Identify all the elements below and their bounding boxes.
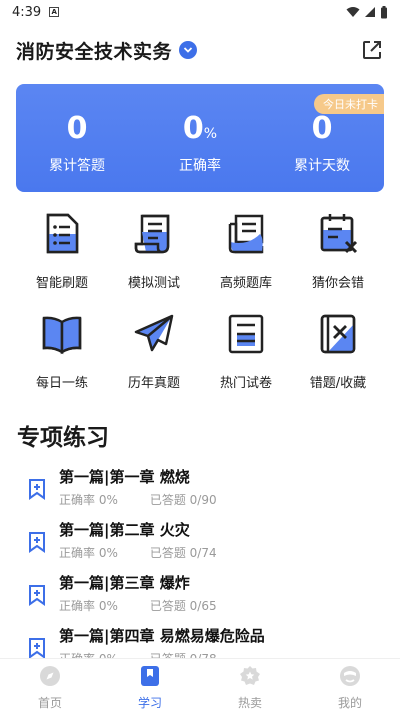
tab-label: 首页 xyxy=(37,696,62,710)
chapter-meta: 正确率 0% 已答题 0/90 xyxy=(59,491,217,508)
feature-past-exams[interactable]: 历年真题 xyxy=(108,312,200,391)
feature-label: 模拟测试 xyxy=(127,276,180,291)
stat-label: 累计天数 xyxy=(294,158,350,174)
chapter-answered: 已答题 0/65 xyxy=(149,599,217,613)
bookmark-plus-icon xyxy=(29,532,45,553)
paper-plane-icon xyxy=(134,314,174,352)
stat-total-answered: 0 累计答题 xyxy=(16,110,138,175)
chapter-accuracy: 正确率 0% xyxy=(59,493,118,507)
star-badge-icon xyxy=(240,666,260,685)
feature-high-frequency[interactable]: 高频题库 xyxy=(200,212,292,291)
bookmark-plus-icon xyxy=(29,479,45,500)
tab-label: 热卖 xyxy=(237,696,262,710)
notebook-cross-icon xyxy=(320,314,356,354)
bookmark-icon xyxy=(141,666,159,686)
compass-icon xyxy=(40,666,60,686)
tab-label: 我的 xyxy=(337,696,362,710)
exam-paper-icon xyxy=(228,314,264,354)
subject-title[interactable]: 消防安全技术实务 xyxy=(16,37,172,64)
status-time: 4:39 xyxy=(12,4,42,20)
stat-value: 0% xyxy=(182,111,218,146)
feature-label: 历年真题 xyxy=(127,376,180,391)
chapter-item[interactable]: 第一篇|第二章 火灾 正确率 0% 已答题 0/74 xyxy=(0,515,400,567)
tab-label: 学习 xyxy=(137,696,162,710)
chapter-answered: 已答题 0/74 xyxy=(149,546,217,560)
profile-icon xyxy=(340,666,360,686)
feature-likely-wrong[interactable]: 猜你会错 xyxy=(292,212,384,291)
status-bar: 4:39 A xyxy=(0,0,400,24)
feature-label: 错题/收藏 xyxy=(309,376,367,391)
stats-card: 今日未打卡 0 累计答题 0% 正确率 0 累计天数 xyxy=(16,84,384,192)
notification-icon: A xyxy=(49,7,60,17)
tab-home[interactable]: 首页 xyxy=(0,665,100,711)
section-title: 专项练习 xyxy=(17,425,109,451)
app-header: 消防安全技术实务 xyxy=(16,34,384,66)
feature-label: 高频题库 xyxy=(219,276,272,291)
signal-icon xyxy=(365,7,375,17)
feature-label: 热门试卷 xyxy=(219,376,272,391)
feature-label: 智能刷题 xyxy=(35,276,88,291)
scroll-icon xyxy=(134,214,170,254)
feature-popular-papers[interactable]: 热门试卷 xyxy=(200,312,292,391)
bookmark-plus-icon xyxy=(29,638,45,659)
share-icon[interactable] xyxy=(360,38,384,62)
feature-daily-practice[interactable]: 每日一练 xyxy=(16,312,108,391)
feature-smart-practice[interactable]: 智能刷题 xyxy=(16,212,108,291)
stat-value: 0 xyxy=(311,111,333,146)
chapter-meta: 正确率 0% 已答题 0/65 xyxy=(59,597,217,614)
feature-wrong-favorites[interactable]: 错题/收藏 xyxy=(292,312,384,391)
tab-study[interactable]: 学习 xyxy=(100,665,200,711)
chapter-name: 第一篇|第二章 火灾 xyxy=(59,521,190,539)
chapter-item[interactable]: 第一篇|第一章 燃烧 正确率 0% 已答题 0/90 xyxy=(0,462,400,514)
stat-value: 0 xyxy=(66,111,88,146)
chapter-item[interactable]: 第一篇|第三章 爆炸 正确率 0% 已答题 0/65 xyxy=(0,568,400,620)
document-list-icon xyxy=(46,213,79,254)
wifi-icon xyxy=(346,7,360,17)
chapter-name: 第一篇|第一章 燃烧 xyxy=(59,468,190,486)
feature-label: 每日一练 xyxy=(35,376,88,391)
chapter-answered: 已答题 0/90 xyxy=(149,493,217,507)
tab-mine[interactable]: 我的 xyxy=(300,665,400,711)
feature-label: 猜你会错 xyxy=(311,276,364,291)
chapter-name: 第一篇|第四章 易燃易爆危险品 xyxy=(59,627,265,645)
chapter-name: 第一篇|第三章 爆炸 xyxy=(59,574,190,592)
chapter-accuracy: 正确率 0% xyxy=(59,599,118,613)
chapter-accuracy: 正确率 0% xyxy=(59,546,118,560)
bookmark-plus-icon xyxy=(29,585,45,606)
stat-label: 正确率 xyxy=(179,158,221,174)
stat-total-days: 0 累计天数 xyxy=(261,110,383,175)
chapter-meta: 正确率 0% 已答题 0/74 xyxy=(59,544,217,561)
chevron-down-icon xyxy=(183,47,193,53)
calendar-cross-icon xyxy=(320,214,358,254)
open-book-icon xyxy=(42,316,82,355)
stat-accuracy: 0% 正确率 xyxy=(139,110,261,175)
status-icons xyxy=(346,5,388,19)
battery-icon xyxy=(381,5,387,18)
tab-hot-sale[interactable]: 热卖 xyxy=(200,665,300,711)
stat-label: 累计答题 xyxy=(49,158,105,174)
feature-mock-test[interactable]: 模拟测试 xyxy=(108,212,200,291)
bottom-tab-bar: 首页 学习 热卖 我的 xyxy=(0,658,400,711)
subject-switch-button[interactable] xyxy=(179,41,198,59)
stacked-pages-icon xyxy=(228,214,264,254)
